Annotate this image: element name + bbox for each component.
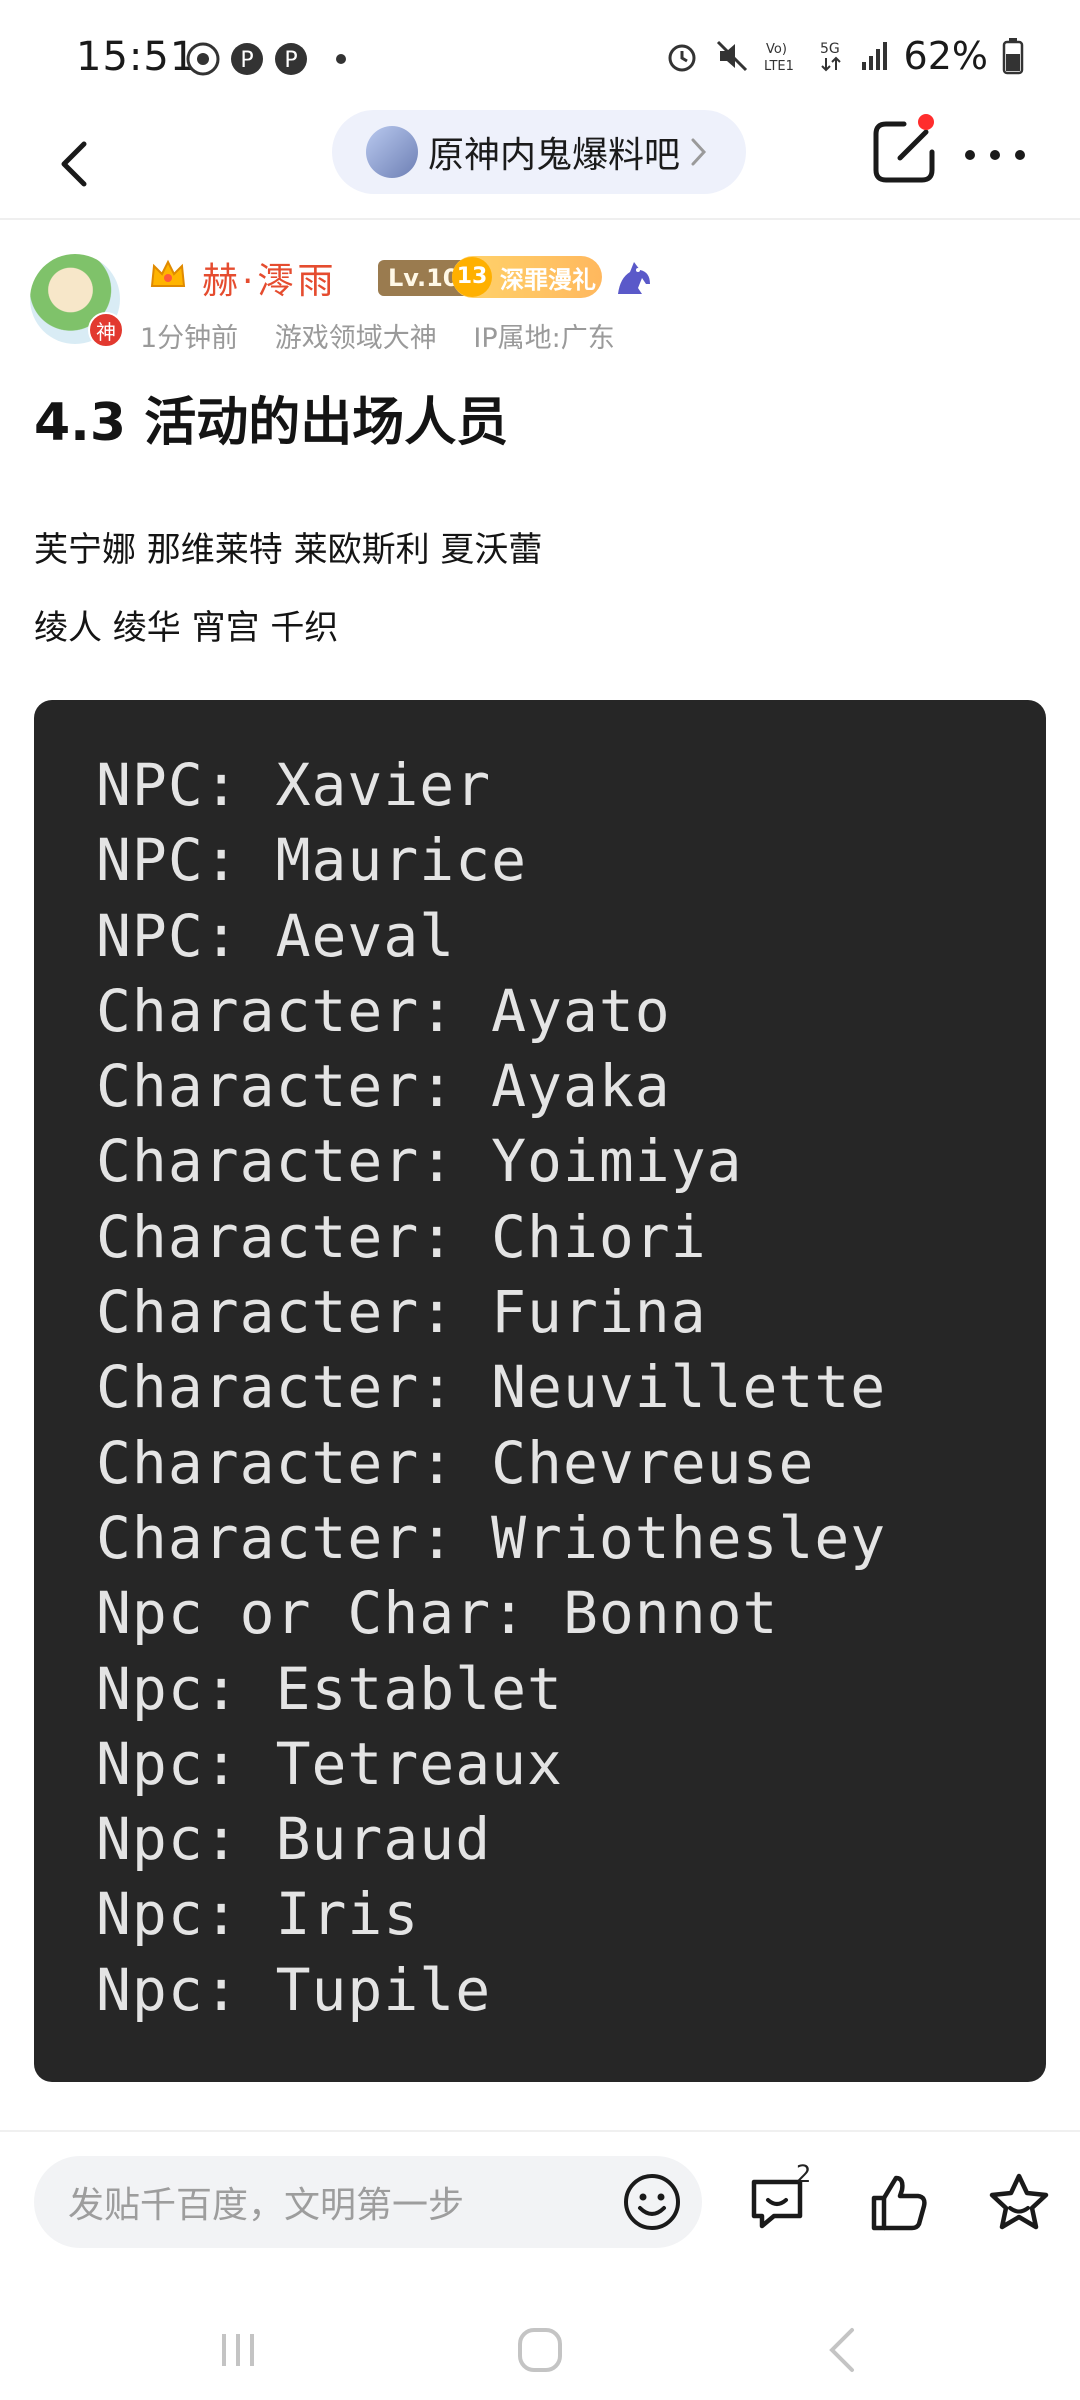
status-bar: 15:51 P P Vo) LTE1 5G 62% [0, 0, 1080, 110]
more-icon[interactable] [960, 130, 1030, 180]
comment-count: 2 [796, 2160, 812, 2188]
code-line: Npc: Iris [96, 1880, 420, 1949]
svg-text:Vo): Vo) [766, 42, 787, 57]
author-name[interactable]: 赫·澪雨 [202, 252, 337, 304]
chrome-icon [186, 42, 220, 76]
code-line: Character: Wriothesley [96, 1503, 887, 1572]
code-line: NPC: Xavier [96, 751, 492, 819]
post-text-line: 芙宁娜 那维莱特 莱欧斯利 夏沃蕾 [34, 530, 543, 570]
author-row: 神 赫·澪雨 Lv.10 13 深罪漫礼 1分钟前 游戏领域大神 IP属地:广东 [0, 246, 1080, 356]
signal-icon [861, 42, 887, 70]
code-line: Npc: Tupile [96, 1955, 492, 2024]
ip-location: IP属地:广东 [473, 323, 615, 354]
pinterest-icon: P [231, 43, 263, 75]
svg-text:P: P [284, 48, 297, 73]
forum-name: 原神内鬼爆料吧 [428, 135, 681, 176]
battery-level: 62% [903, 34, 988, 78]
back-nav-icon[interactable] [814, 2320, 874, 2380]
chevron-right-icon [691, 138, 707, 166]
comment-input[interactable]: 发贴千百度，文明第一步 [34, 2156, 702, 2248]
post-title: 4.3 活动的出场人员 [34, 393, 509, 453]
author-title: 游戏领域大神 [274, 323, 437, 354]
forum-avatar [366, 126, 418, 178]
rank-label: 深罪漫礼 [500, 265, 596, 294]
screen: 15:51 P P Vo) LTE1 5G 62% 原神内鬼爆料吧 神 赫·澪雨… [0, 0, 1080, 2400]
notification-dot [918, 114, 934, 130]
code-image[interactable]: NPC: Xavier NPC: Maurice NPC: Aeval Char… [34, 700, 1046, 2082]
forum-pill[interactable]: 原神内鬼爆料吧 [332, 110, 746, 194]
code-line: Npc: Buraud [96, 1805, 492, 1874]
status-right: Vo) LTE1 5G 62% [664, 34, 1024, 78]
rank-badge: 13 深罪漫礼 [452, 256, 602, 298]
post-time: 1分钟前 [140, 323, 239, 354]
svg-text:LTE1: LTE1 [764, 59, 794, 74]
pinterest-icon: P [275, 43, 307, 75]
avatar-badge: 神 [88, 312, 124, 348]
code-line: Character: Ayato [96, 976, 671, 1045]
recent-apps-icon[interactable] [208, 2320, 268, 2380]
crown-icon [150, 259, 186, 287]
like-icon[interactable] [866, 2170, 932, 2236]
code-line: NPC: Maurice [96, 826, 528, 895]
volte-icon: Vo) LTE1 [764, 42, 794, 74]
status-time: 15:51 [76, 34, 197, 80]
emoji-icon[interactable] [620, 2170, 684, 2234]
code-line: Character: Chiori [96, 1202, 707, 1271]
favorite-icon[interactable] [986, 2170, 1052, 2236]
rank-number: 13 [452, 257, 492, 297]
author-meta: 1分钟前 游戏领域大神 IP属地:广东 [140, 316, 643, 355]
horse-icon [618, 262, 650, 294]
code-line: Npc or Char: Bonnot [96, 1579, 779, 1648]
post-text-line: 绫人 绫华 宵宫 千织 [34, 608, 339, 648]
mute-icon [716, 40, 747, 72]
bottom-divider [0, 2130, 1080, 2132]
top-nav: 原神内鬼爆料吧 [0, 110, 1080, 220]
code-line: Character: Furina [96, 1278, 707, 1347]
code-line: NPC: Aeval [96, 901, 456, 970]
code-line: Character: Neuvillette [96, 1353, 887, 1422]
code-line: Character: Chevreuse [96, 1428, 815, 1497]
back-icon[interactable] [40, 128, 110, 198]
code-line: Character: Ayaka [96, 1052, 671, 1121]
svg-text:5G: 5G [820, 41, 840, 57]
battery-icon [1002, 38, 1024, 75]
alarm-icon [668, 44, 696, 72]
code-line: Character: Yoimiya [96, 1127, 743, 1196]
home-icon[interactable] [510, 2320, 570, 2380]
system-nav [0, 2300, 1080, 2400]
comment-placeholder: 发贴千百度，文明第一步 [68, 2185, 465, 2226]
svg-text:P: P [240, 48, 253, 73]
code-line: Npc: Tetreaux [96, 1729, 563, 1798]
code-line: Npc: Establet [96, 1654, 563, 1723]
notification-dot-icon [336, 54, 346, 64]
network-5g-icon: 5G [820, 41, 841, 72]
